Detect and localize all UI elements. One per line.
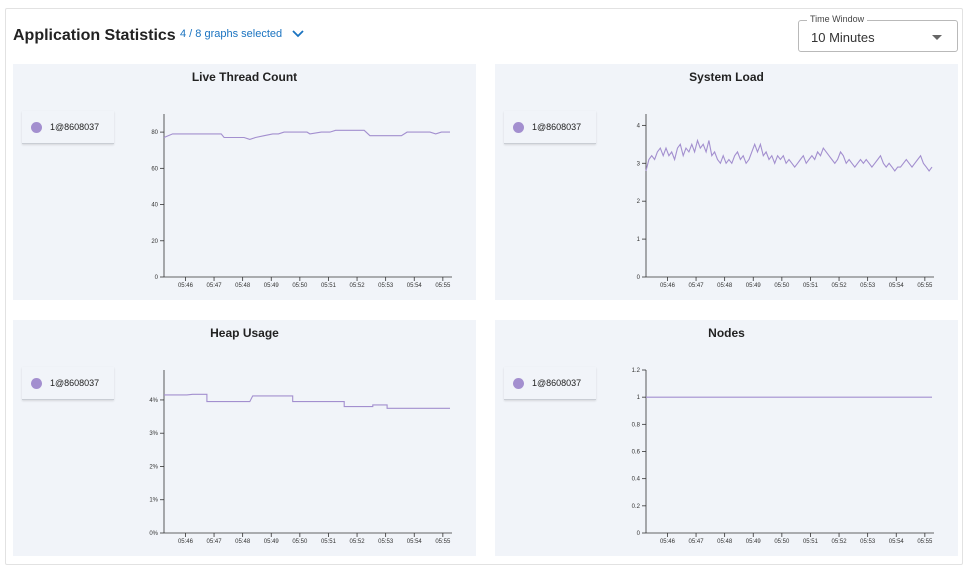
y-tick-label: 4% <box>149 398 158 404</box>
x-tick-label: 05:53 <box>860 539 876 545</box>
x-tick-label: 05:48 <box>717 283 733 289</box>
x-tick-label: 05:55 <box>917 539 933 545</box>
chart-nodes: 0 0.2 0.4 0.6 0.8 1 1.2 05:46 05:47 05:48 05:49 05:… <box>632 368 934 545</box>
x-tick-label: 05:46 <box>660 539 676 545</box>
y-tick-label: 80 <box>151 130 158 136</box>
x-tick-label: 05:50 <box>292 539 308 545</box>
x-tick-label: 05:47 <box>689 283 705 289</box>
x-tick-label: 05:54 <box>407 283 423 289</box>
chart-panel-live-thread-count: Live Thread Count 1@8608037 0 20 40 60 80 05:46… <box>13 64 476 300</box>
x-tick-label: 05:50 <box>292 283 308 289</box>
x-tick-label: 05:49 <box>264 539 280 545</box>
x-tick-label: 05:48 <box>235 283 251 289</box>
x-tick-label: 05:55 <box>435 539 451 545</box>
x-tick-label: 05:50 <box>774 283 790 289</box>
x-tick-label: 05:54 <box>889 539 905 545</box>
time-window-label: Time Window <box>807 14 868 24</box>
x-tick-label: 05:46 <box>178 283 194 289</box>
x-tick-label: 05:52 <box>832 539 848 545</box>
y-tick-label: 0 <box>637 531 641 537</box>
y-tick-label: 2% <box>149 464 158 470</box>
x-tick-label: 05:53 <box>860 283 876 289</box>
y-tick-label: 20 <box>151 239 158 245</box>
y-tick-label: 0 <box>155 275 159 281</box>
x-tick-label: 05:50 <box>774 539 790 545</box>
x-tick-label: 05:47 <box>207 539 223 545</box>
chart-panel-system-load: System Load 1@8608037 0 1 2 3 4 05:46 05:47 05:48… <box>495 64 958 300</box>
y-tick-label: 3% <box>149 431 158 437</box>
y-tick-label: 0.4 <box>632 477 641 483</box>
y-tick-label: 0 <box>637 275 641 281</box>
time-window-value[interactable]: 10 Minutes <box>811 30 875 45</box>
x-tick-label: 05:54 <box>407 539 423 545</box>
y-tick-label: 0.2 <box>632 504 641 510</box>
x-tick-label: 05:49 <box>264 283 280 289</box>
time-window-select[interactable]: Time Window 10 Minutes <box>798 14 958 52</box>
y-tick-label: 0.6 <box>632 450 641 456</box>
page-title: Application Statistics <box>13 27 176 44</box>
x-tick-label: 05:55 <box>435 283 451 289</box>
series-line-1-8608037 <box>164 393 450 409</box>
chart-panel-heap-usage: Heap Usage 1@8608037 0% 1% 2% 3% 4% 05:46 05:47 0… <box>13 320 476 556</box>
x-tick-label: 05:53 <box>378 283 394 289</box>
x-tick-label: 05:51 <box>803 283 819 289</box>
y-tick-label: 4 <box>637 123 641 129</box>
y-tick-label: 1.2 <box>632 368 641 374</box>
x-tick-label: 05:52 <box>350 539 366 545</box>
chart-heap-usage: 0% 1% 2% 3% 4% 05:46 05:47 05:48 05:49 05:50 05:51… <box>149 370 452 545</box>
x-tick-label: 05:54 <box>889 283 905 289</box>
x-tick-label: 05:52 <box>350 283 366 289</box>
y-tick-label: 1 <box>637 237 641 243</box>
chart-live-thread-count: 0 20 40 60 80 05:46 05:47 05:48 05:49 05:50 05:51 0… <box>151 114 452 289</box>
caret-down-icon[interactable] <box>932 35 942 40</box>
series-line-1-8608037 <box>645 138 933 172</box>
y-tick-label: 0.8 <box>632 422 641 428</box>
x-tick-label: 05:52 <box>832 283 848 289</box>
y-tick-label: 2 <box>637 199 641 205</box>
chart-panel-nodes: Nodes 1@8608037 0 0.2 0.4 0.6 0.8 1 1.2 05:46 05:4… <box>495 320 958 556</box>
x-tick-label: 05:46 <box>178 539 194 545</box>
x-tick-label: 05:51 <box>321 283 337 289</box>
graph-selector[interactable]: 4 / 8 graphs selected <box>180 28 304 40</box>
chevron-down-icon[interactable] <box>292 29 304 39</box>
x-tick-label: 05:51 <box>321 539 337 545</box>
y-tick-label: 1% <box>149 498 158 504</box>
y-tick-label: 60 <box>151 166 158 172</box>
y-tick-label: 3 <box>637 161 641 167</box>
y-tick-label: 40 <box>151 203 158 209</box>
x-tick-label: 05:55 <box>917 283 933 289</box>
x-tick-label: 05:53 <box>378 539 394 545</box>
y-tick-label: 1 <box>637 395 641 401</box>
x-tick-label: 05:51 <box>803 539 819 545</box>
x-tick-label: 05:47 <box>689 539 705 545</box>
x-tick-label: 05:48 <box>717 539 733 545</box>
x-tick-label: 05:49 <box>746 539 762 545</box>
x-tick-label: 05:49 <box>746 283 762 289</box>
y-tick-label: 0% <box>149 531 158 537</box>
series-line-1-8608037 <box>163 129 450 140</box>
x-tick-label: 05:48 <box>235 539 251 545</box>
graph-selector-label[interactable]: 4 / 8 graphs selected <box>180 28 282 40</box>
chart-system-load: 0 1 2 3 4 05:46 05:47 05:48 05:49 05:50 05:51 05:52… <box>637 114 934 289</box>
x-tick-label: 05:46 <box>660 283 676 289</box>
x-tick-label: 05:47 <box>207 283 223 289</box>
